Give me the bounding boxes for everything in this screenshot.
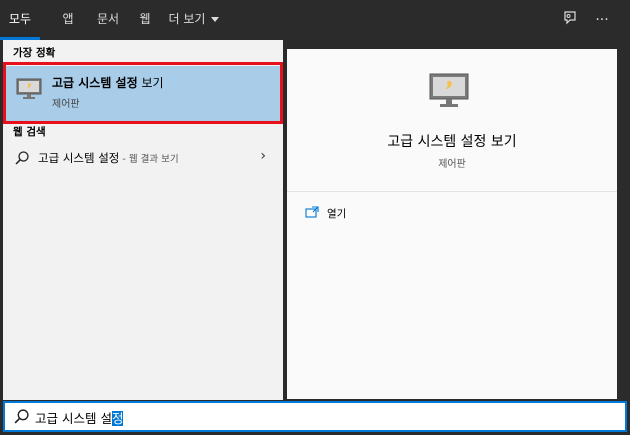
- results-panel: 가장 정확 고급 시스템 설정 보기 제어판 웹 검색 고급 시스템 설정 - …: [3, 40, 283, 400]
- divider: [287, 191, 617, 192]
- web-search-text: 고급 시스템 설정 - 웹 결과 보기: [38, 150, 179, 166]
- tab-all[interactable]: 모두: [0, 0, 40, 40]
- more-options-icon[interactable]: ···: [592, 10, 612, 30]
- highlight-annotation-box: [3, 62, 283, 124]
- chevron-right-icon[interactable]: ›: [260, 148, 266, 164]
- search-filter-bar: 모두 앱 문서 웹 더 보기 ···: [0, 0, 630, 40]
- start-search-window: 모두 앱 문서 웹 더 보기 ··· 가장 정확 고급 시스템 설정 보기 제어…: [0, 0, 630, 435]
- control-panel-icon-large: [429, 73, 469, 107]
- feedback-icon[interactable]: [560, 10, 580, 30]
- tab-documents[interactable]: 문서: [88, 0, 128, 40]
- search-selected-text: 정: [111, 411, 124, 426]
- preview-panel: 고급 시스템 설정 보기 제어판 열기: [287, 49, 617, 399]
- tab-apps[interactable]: 앱: [48, 0, 88, 40]
- feedback-icon-glyph: [564, 11, 576, 25]
- web-search-hint: - 웹 결과 보기: [119, 154, 179, 165]
- preview-title: 고급 시스템 설정 보기: [387, 134, 517, 150]
- web-search-heading: 웹 검색: [13, 126, 46, 138]
- search-icon: [15, 151, 29, 165]
- search-input[interactable]: 고급 시스템 설정: [35, 408, 124, 427]
- tab-more[interactable]: 더 보기: [162, 0, 226, 40]
- search-typed-text: 고급 시스템 설: [35, 411, 112, 426]
- preview-subtitle: 제어판: [438, 159, 466, 170]
- open-label: 열기: [327, 208, 347, 220]
- search-icon: [14, 409, 29, 424]
- web-search-query: 고급 시스템 설정: [38, 151, 120, 165]
- tab-web[interactable]: 웹: [130, 0, 160, 40]
- best-match-heading: 가장 정확: [13, 47, 56, 59]
- web-search-result[interactable]: 고급 시스템 설정 - 웹 결과 보기 ›: [6, 146, 280, 172]
- chevron-down-icon: [211, 17, 220, 22]
- open-icon: [305, 206, 319, 218]
- search-box[interactable]: 고급 시스템 설정: [3, 401, 627, 432]
